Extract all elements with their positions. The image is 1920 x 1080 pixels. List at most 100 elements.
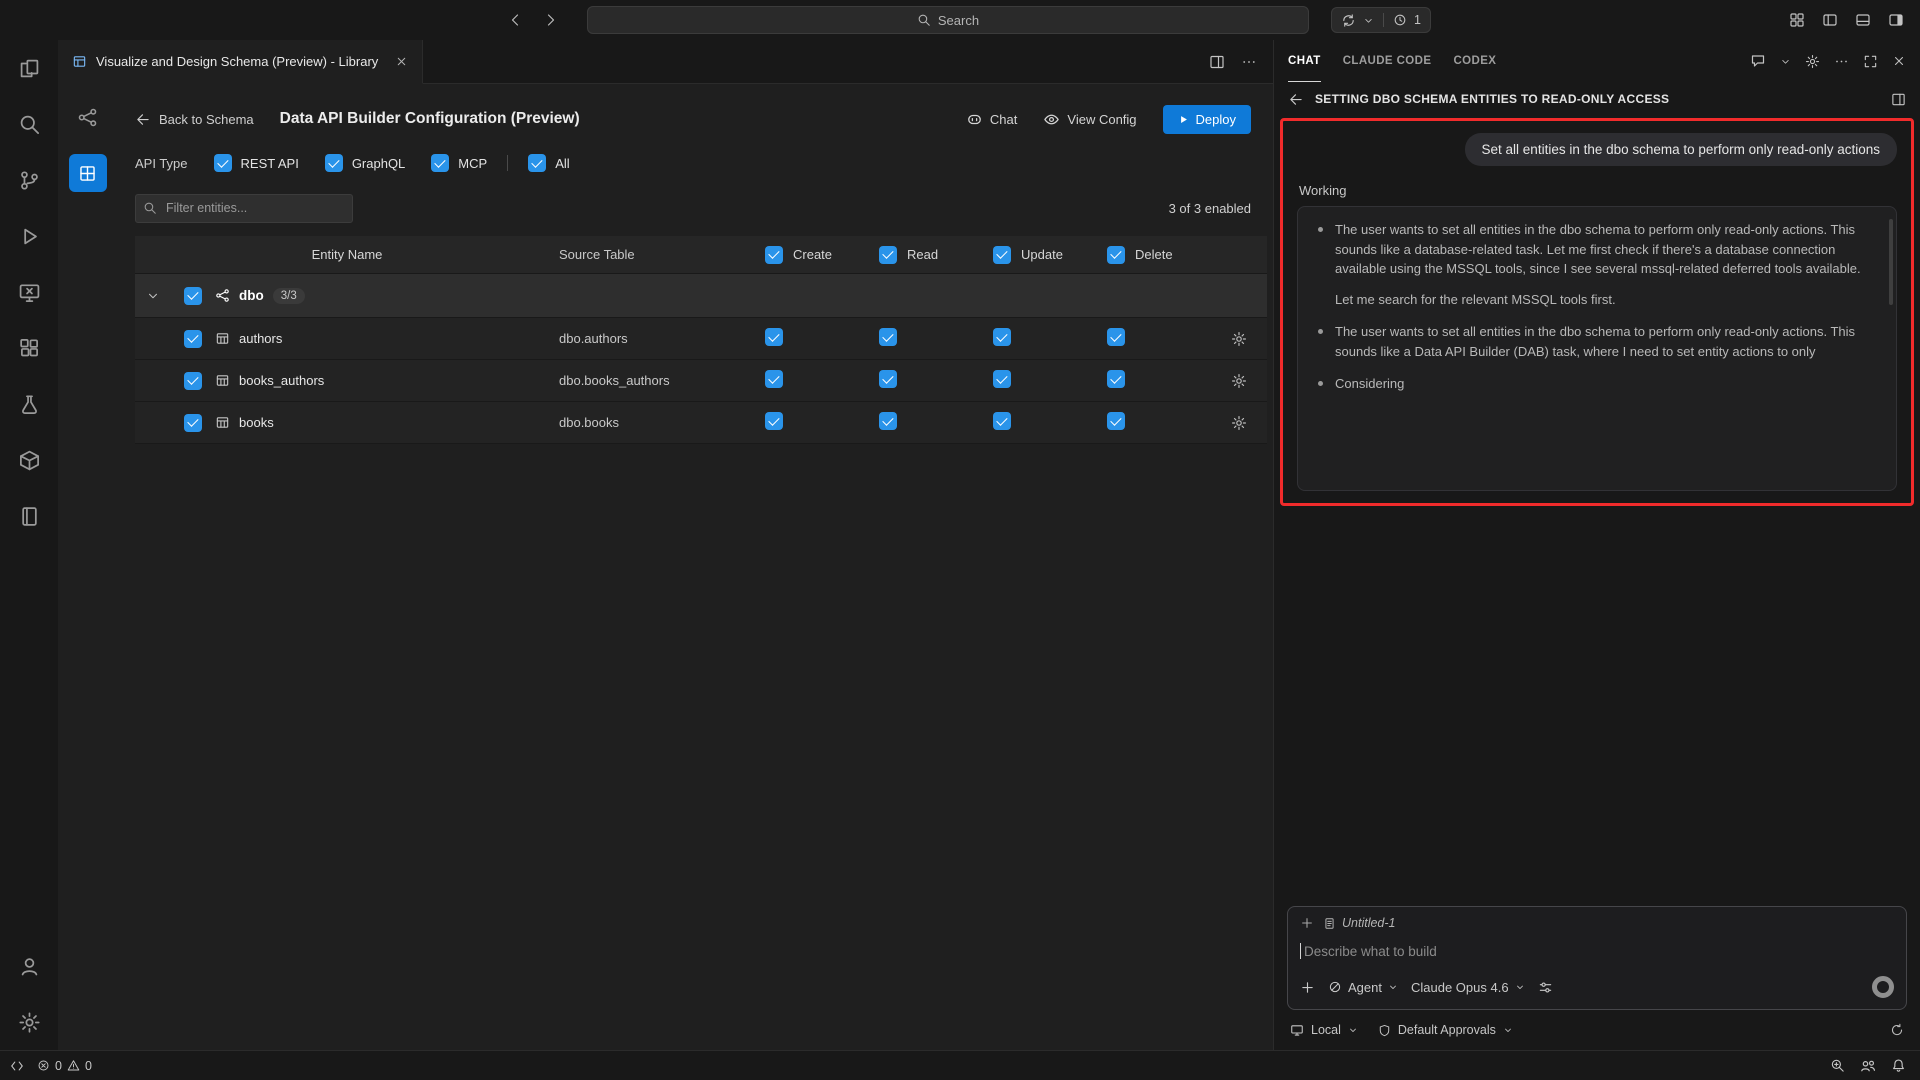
chat-settings-gear-icon[interactable] <box>1805 54 1820 69</box>
mcp-checkbox[interactable] <box>431 154 449 172</box>
database-package-icon[interactable] <box>0 432 58 488</box>
table-row[interactable]: books_authors dbo.books_authors <box>135 360 1267 402</box>
tab-close-icon[interactable] <box>395 55 408 68</box>
problems-indicator[interactable]: 0 0 <box>37 1059 92 1073</box>
zoom-in-icon[interactable] <box>1830 1058 1845 1073</box>
toggle-panel-icon[interactable] <box>1855 12 1871 28</box>
row-settings-gear-icon[interactable] <box>1231 415 1247 431</box>
books-delete-checkbox[interactable] <box>1107 412 1125 430</box>
new-chat-icon[interactable] <box>1750 53 1766 69</box>
close-panel-icon[interactable] <box>1892 54 1906 68</box>
back-to-schema-button[interactable]: Back to Schema <box>135 112 254 127</box>
filter-entities-input[interactable] <box>135 194 353 223</box>
deploy-button[interactable]: Deploy <box>1163 105 1251 134</box>
testing-beaker-icon[interactable] <box>0 376 58 432</box>
maximize-panel-icon[interactable] <box>1863 54 1878 69</box>
chat-input-field[interactable]: Describe what to build <box>1300 943 1894 959</box>
back-arrow-icon[interactable] <box>505 10 525 30</box>
tab-codex[interactable]: CODEX <box>1453 40 1496 82</box>
annotation-highlight-box: Set all entities in the dbo schema to pe… <box>1280 118 1914 506</box>
account-icon[interactable] <box>0 938 58 994</box>
chat-input-box[interactable]: Untitled-1 Describe what to build Agent <box>1287 906 1907 1010</box>
toggle-secondary-sidebar-icon[interactable] <box>1888 12 1904 28</box>
refresh-sync-icon[interactable] <box>1890 1023 1904 1037</box>
editor-tab[interactable]: Visualize and Design Schema (Preview) - … <box>58 40 423 84</box>
settings-gear-icon[interactable] <box>0 994 58 1050</box>
books-authors-update-checkbox[interactable] <box>993 370 1011 388</box>
tab-claude-code[interactable]: CLAUDE CODE <box>1343 40 1432 82</box>
read-all-checkbox[interactable] <box>879 246 897 264</box>
collapse-chevron-icon[interactable] <box>135 289 171 303</box>
delete-all-checkbox[interactable] <box>1107 246 1125 264</box>
api-builder-rail-item[interactable] <box>58 148 117 198</box>
books-read-checkbox[interactable] <box>879 412 897 430</box>
split-editor-icon[interactable] <box>1209 54 1225 70</box>
create-all-checkbox[interactable] <box>765 246 783 264</box>
attach-plus-icon[interactable] <box>1300 980 1315 995</box>
scrollbar-thumb[interactable] <box>1889 219 1893 305</box>
books-create-checkbox[interactable] <box>765 412 783 430</box>
chat-sessions-icon[interactable] <box>1341 13 1356 28</box>
search-label: Search <box>938 13 979 28</box>
remote-monitor-icon[interactable] <box>0 264 58 320</box>
agent-mode-picker[interactable]: Agent <box>1328 980 1398 995</box>
run-debug-icon[interactable] <box>0 208 58 264</box>
table-row[interactable]: authors dbo.authors <box>135 318 1267 360</box>
schema-designer-icon[interactable] <box>58 92 117 142</box>
authors-delete-checkbox[interactable] <box>1107 328 1125 346</box>
more-actions-icon[interactable] <box>1241 54 1257 70</box>
chat-input-placeholder: Describe what to build <box>1304 944 1437 959</box>
books-authors-read-checkbox[interactable] <box>879 370 897 388</box>
accounts-icon[interactable] <box>1860 1058 1876 1074</box>
forward-arrow-icon[interactable] <box>541 10 561 30</box>
chat-sessions-cluster[interactable]: 1 <box>1331 7 1431 33</box>
send-button[interactable] <box>1872 976 1894 998</box>
authors-read-checkbox[interactable] <box>879 328 897 346</box>
search-sidebar-icon[interactable] <box>0 96 58 152</box>
environment-picker[interactable]: Local <box>1290 1023 1358 1037</box>
session-back-icon[interactable] <box>1288 92 1303 107</box>
add-context-icon[interactable] <box>1300 916 1314 930</box>
schema-group-row[interactable]: dbo 3/3 <box>135 274 1267 318</box>
chat-more-icon[interactable] <box>1834 54 1849 69</box>
books-update-checkbox[interactable] <box>993 412 1011 430</box>
context-file-chip[interactable]: Untitled-1 <box>1323 916 1396 930</box>
chevron-down-icon[interactable] <box>1780 56 1791 67</box>
graphql-checkbox[interactable] <box>325 154 343 172</box>
customize-layout-icon[interactable] <box>1789 12 1805 28</box>
rest-api-checkbox[interactable] <box>214 154 232 172</box>
search-command-center[interactable]: Search <box>587 6 1309 34</box>
row-settings-gear-icon[interactable] <box>1231 331 1247 347</box>
view-config-button[interactable]: View Config <box>1043 111 1136 128</box>
source-table-header: Source Table <box>559 247 765 262</box>
schema-hierarchy-icon <box>215 288 230 303</box>
books-authors-create-checkbox[interactable] <box>765 370 783 388</box>
books-authors-delete-checkbox[interactable] <box>1107 370 1125 388</box>
update-all-checkbox[interactable] <box>993 246 1011 264</box>
books-row-checkbox[interactable] <box>184 414 202 432</box>
tools-sliders-icon[interactable] <box>1538 980 1553 995</box>
user-message-bubble: Set all entities in the dbo schema to pe… <box>1465 133 1897 166</box>
dbo-group-checkbox[interactable] <box>184 287 202 305</box>
open-in-editor-icon[interactable] <box>1891 92 1906 107</box>
books-authors-row-checkbox[interactable] <box>184 372 202 390</box>
explorer-icon[interactable] <box>0 40 58 96</box>
authors-create-checkbox[interactable] <box>765 328 783 346</box>
table-grid-icon <box>215 331 230 346</box>
table-row[interactable]: books dbo.books <box>135 402 1267 444</box>
notebook-icon[interactable] <box>0 488 58 544</box>
timer-icon[interactable] <box>1393 13 1407 27</box>
authors-update-checkbox[interactable] <box>993 328 1011 346</box>
extensions-icon[interactable] <box>0 320 58 376</box>
source-control-icon[interactable] <box>0 152 58 208</box>
tab-chat[interactable]: CHAT <box>1288 40 1321 82</box>
model-picker[interactable]: Claude Opus 4.6 <box>1411 980 1525 995</box>
remote-indicator-icon[interactable] <box>10 1059 24 1073</box>
approvals-picker[interactable]: Default Approvals <box>1378 1023 1513 1037</box>
toggle-sidebar-icon[interactable] <box>1822 12 1838 28</box>
notifications-bell-icon[interactable] <box>1891 1058 1906 1073</box>
all-checkbox[interactable] <box>528 154 546 172</box>
row-settings-gear-icon[interactable] <box>1231 373 1247 389</box>
authors-row-checkbox[interactable] <box>184 330 202 348</box>
chat-button[interactable]: Chat <box>966 111 1017 128</box>
